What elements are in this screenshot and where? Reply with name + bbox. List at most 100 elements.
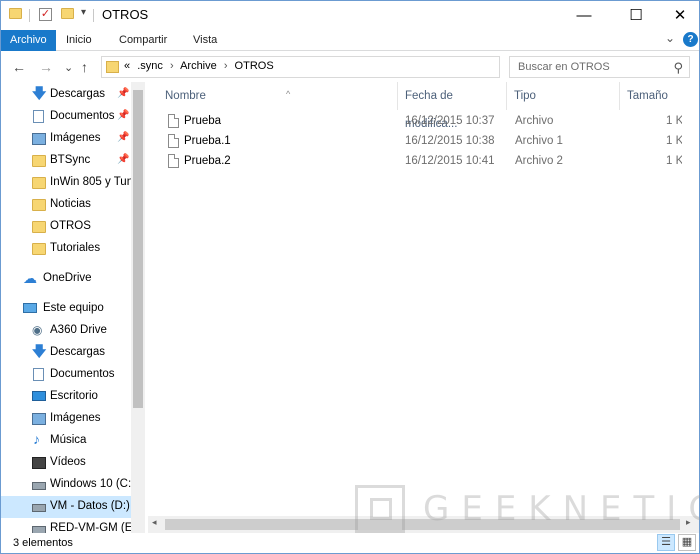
details-view-button[interactable]: ☰ [657, 534, 675, 551]
customize-toolbar-icon[interactable]: ▾ [81, 7, 86, 18]
nav-item-onedrive[interactable]: ☁ OneDrive [1, 268, 131, 290]
tab-compartir[interactable]: Compartir [111, 30, 175, 51]
column-header-date[interactable]: Fecha de modifica... [398, 82, 507, 130]
nav-item-musica[interactable]: ♪ Música [1, 430, 131, 452]
file-row[interactable]: Prueba 16/12/2015 10:37 Archivo 1 KB [160, 112, 695, 132]
image-icon [32, 133, 46, 145]
column-header-name[interactable]: Nombre ^ [158, 82, 398, 110]
title-bar: ✓ ▾ OTROS — ☐ ✕ [1, 1, 699, 30]
nav-item-noticias[interactable]: Noticias [1, 194, 131, 216]
document-icon [33, 110, 44, 123]
folder-icon [9, 8, 22, 19]
help-icon[interactable]: ? [683, 32, 698, 47]
file-row[interactable]: Prueba.1 16/12/2015 10:38 Archivo 1 1 KB [160, 132, 695, 152]
folder-icon [32, 221, 46, 233]
tab-archivo[interactable]: Archivo [1, 30, 56, 51]
column-header-label: Nombre [165, 90, 206, 102]
properties-icon[interactable]: ✓ [39, 8, 52, 21]
nav-item-a360[interactable]: ◉ A360 Drive [1, 320, 131, 342]
nav-item-descargas-pc[interactable]: 🡇 Descargas [1, 342, 131, 364]
breadcrumb-sync[interactable]: .sync [137, 60, 163, 72]
nav-scrollbar-thumb[interactable] [133, 90, 143, 408]
scroll-left-icon[interactable]: ◂ [152, 517, 157, 528]
breadcrumb-overflow[interactable]: « [124, 60, 130, 72]
nav-item-vm-datos-d[interactable]: VM - Datos (D:) [1, 496, 131, 518]
tiles-view-button[interactable]: ▦ [678, 534, 696, 551]
item-count: 3 elementos [13, 537, 73, 549]
chevron-right-icon[interactable]: › [170, 60, 174, 72]
nav-item-label: Descargas [50, 346, 105, 358]
file-type: Archivo [515, 115, 554, 127]
search-input[interactable]: Buscar en OTROS ⚲ [509, 56, 690, 78]
nav-item-label: Imágenes [50, 412, 101, 424]
maximize-button[interactable]: ☐ [613, 1, 659, 30]
nav-item-label: BTSync [50, 154, 91, 166]
nav-item-este-equipo[interactable]: Este equipo [1, 298, 131, 320]
file-icon [168, 114, 179, 128]
file-type: Archivo 2 [515, 155, 563, 167]
download-icon: 🡇 [32, 343, 47, 359]
nav-item-tutoriales[interactable]: Tutoriales [1, 238, 131, 260]
file-name: Prueba [184, 115, 222, 127]
onedrive-icon: ☁ [23, 270, 37, 286]
sort-ascending-icon: ^ [286, 89, 291, 99]
file-icon [168, 134, 179, 148]
file-date: 16/12/2015 10:38 [405, 135, 495, 147]
nav-scrollbar[interactable] [131, 82, 145, 533]
recent-locations-button[interactable]: ⌄ [64, 61, 73, 74]
nav-item-label: Música [50, 434, 87, 446]
document-icon [33, 368, 44, 381]
nav-item-label: Documentos [50, 368, 115, 380]
address-row: ← → ⌄ ↑ « .sync › Archive › OTROS ⌄ ↻ Bu… [1, 52, 699, 82]
video-icon [32, 457, 46, 469]
pin-icon: 📌 [117, 88, 130, 99]
nav-item-label: Tutoriales [50, 242, 101, 254]
minimize-button[interactable]: — [561, 1, 607, 30]
nav-item-descargas[interactable]: 🡇 Descargas 📌 [1, 84, 131, 106]
nav-item-windows-c[interactable]: Windows 10 (C:) [1, 474, 135, 496]
nav-item-inwin[interactable]: InWin 805 y Tun [1, 172, 133, 194]
chevron-right-icon[interactable]: › [224, 60, 228, 72]
column-header-type[interactable]: Tipo [507, 82, 620, 110]
up-button[interactable]: ↑ [81, 59, 88, 75]
file-type: Archivo 1 [515, 135, 563, 147]
new-folder-icon[interactable] [61, 8, 74, 19]
nav-item-label: Imágenes [50, 132, 101, 144]
tab-inicio[interactable]: Inicio [58, 30, 100, 51]
address-bar[interactable]: « .sync › Archive › OTROS ⌄ ↻ [101, 56, 595, 78]
nav-item-imagenes-pc[interactable]: Imágenes [1, 408, 131, 430]
nav-item-label: OneDrive [43, 272, 92, 284]
divider [93, 9, 94, 22]
drive-icon [32, 526, 46, 533]
nav-item-red-vm-e[interactable]: RED-VM-GM (E:) [1, 518, 139, 533]
nav-item-documentos-pc[interactable]: Documentos [1, 364, 131, 386]
breadcrumb-archive[interactable]: Archive [180, 60, 217, 72]
nav-item-videos[interactable]: Vídeos [1, 452, 131, 474]
nav-item-label: VM - Datos (D:) [50, 500, 130, 512]
nav-item-escritorio[interactable]: Escritorio [1, 386, 131, 408]
file-list: Nombre ^ Fecha de modifica... Tipo Tamañ… [148, 82, 699, 533]
nav-item-otros[interactable]: OTROS [1, 216, 131, 238]
navigation-pane: 🡇 Descargas 📌 Documentos 📌 Imágenes 📌 BT… [1, 82, 145, 533]
back-button[interactable]: ← [12, 59, 26, 75]
nav-item-btsync[interactable]: BTSync 📌 [1, 150, 131, 172]
search-icon[interactable]: ⚲ [673, 60, 683, 76]
column-header-label: Tipo [514, 90, 536, 102]
ribbon-expand-icon[interactable]: ⌄ [665, 31, 675, 45]
file-name: Prueba.2 [184, 155, 231, 167]
download-icon: 🡇 [32, 85, 47, 101]
nav-item-imagenes[interactable]: Imágenes 📌 [1, 128, 131, 150]
nav-item-label: A360 Drive [50, 324, 107, 336]
computer-icon [23, 303, 37, 313]
music-icon: ♪ [33, 431, 40, 447]
file-row[interactable]: Prueba.2 16/12/2015 10:41 Archivo 2 1 KB [160, 152, 695, 172]
status-bar: 3 elementos ☰ ▦ [1, 533, 699, 553]
breadcrumb-otros[interactable]: OTROS [235, 60, 274, 72]
close-button[interactable]: ✕ [657, 1, 700, 30]
ribbon-tabs: Archivo Inicio Compartir Vista ⌄ ? [1, 30, 699, 51]
divider [29, 9, 30, 22]
forward-button[interactable]: → [39, 59, 53, 75]
nav-item-label: OTROS [50, 220, 91, 232]
nav-item-documentos[interactable]: Documentos 📌 [1, 106, 131, 128]
tab-vista[interactable]: Vista [185, 30, 225, 51]
